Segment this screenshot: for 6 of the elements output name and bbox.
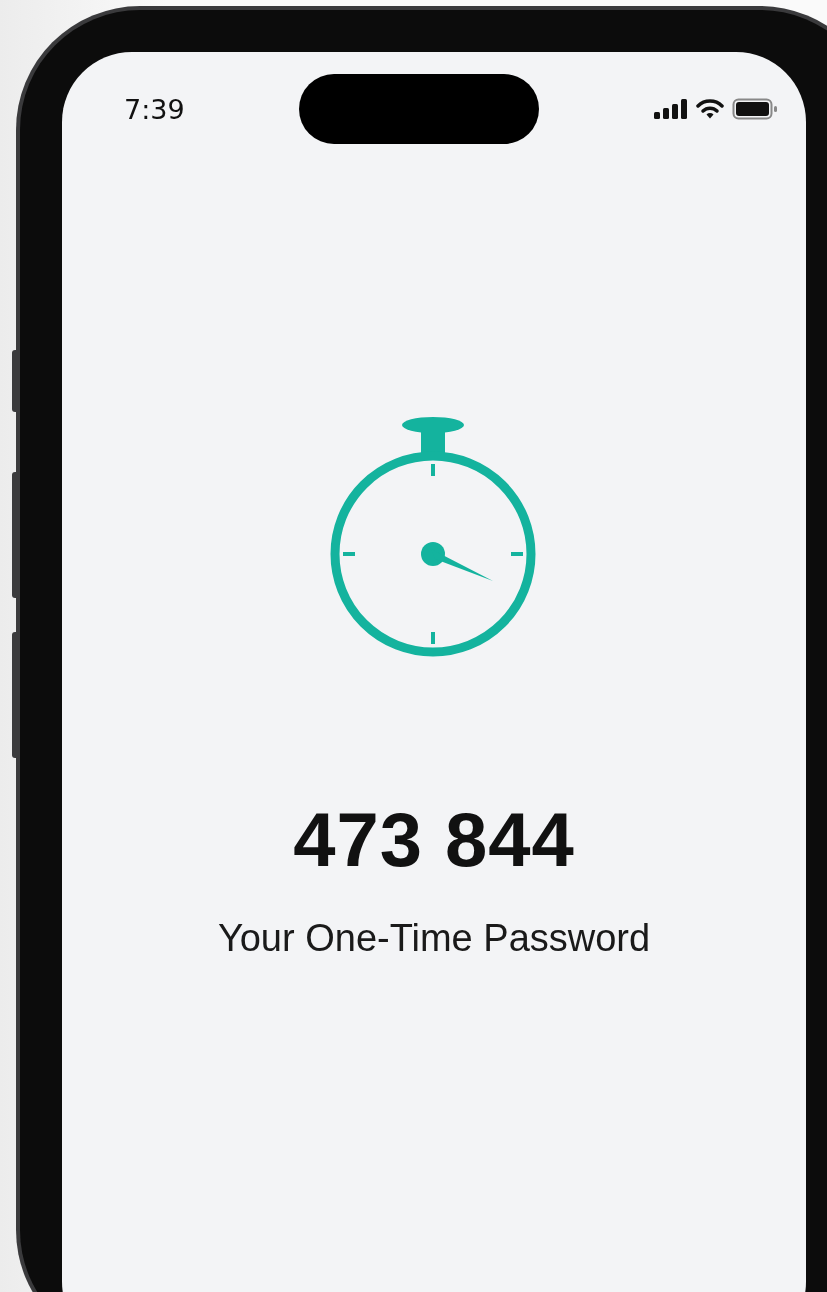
battery-icon <box>732 98 778 120</box>
status-time: 7:39 <box>124 93 185 125</box>
otp-caption: Your One-Time Password <box>217 917 651 960</box>
signal-icon <box>654 99 688 119</box>
wifi-icon <box>696 99 724 119</box>
otp-code: 473 844 <box>293 796 575 883</box>
